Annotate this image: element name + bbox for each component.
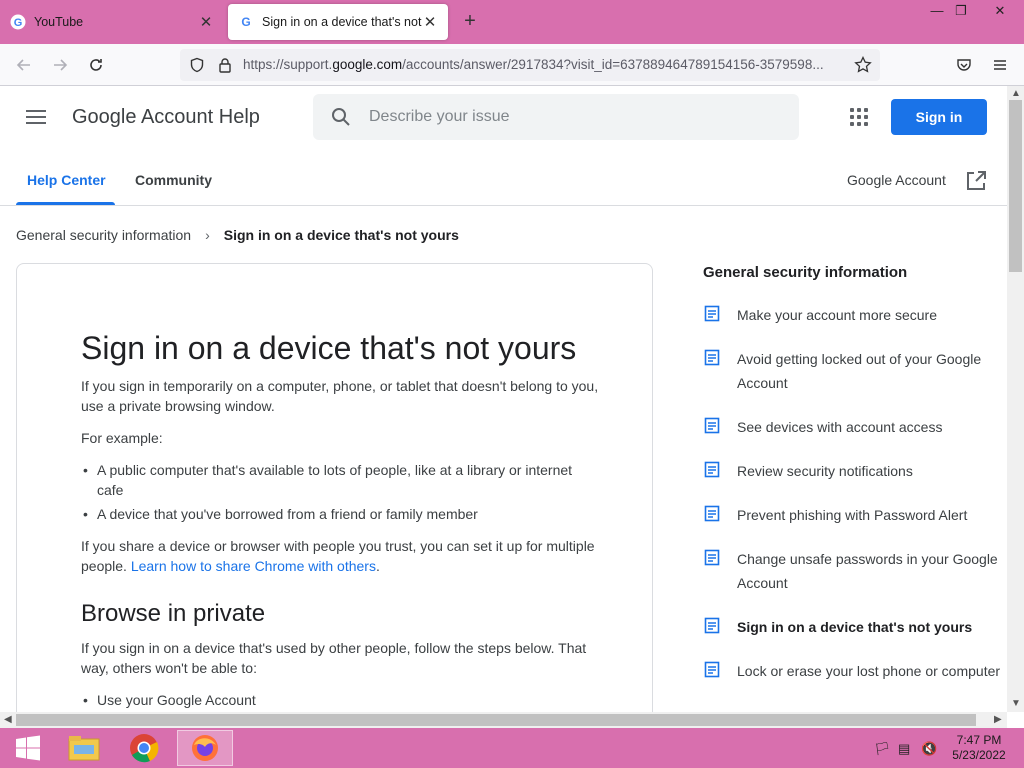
google-logo-icon: G [241,15,250,29]
volume-muted-icon[interactable]: 🔇 [921,741,937,757]
sidebar-item-label: Prevent phishing with Password Alert [737,507,968,523]
site-header: Google Account Help Describe your issue … [0,86,1007,206]
vertical-scroll-thumb[interactable] [1009,100,1022,272]
document-icon [704,349,720,366]
search-placeholder: Describe your issue [369,108,510,125]
google-apps-icon[interactable] [850,108,868,126]
bookmark-star-icon[interactable] [854,56,872,74]
sidebar-item-label: See devices with account access [737,419,943,435]
sidebar-item-label: Review security notifications [737,463,913,479]
sidebar-item[interactable]: Review security notifications [703,459,1003,483]
close-window-icon[interactable]: ✕ [985,0,1015,22]
browser-tab-active[interactable]: G Sign in on a device that's not yours ✕ [228,4,448,40]
article-title: Sign in on a device that's not yours [81,330,577,366]
clock-time: 7:47 PM [956,733,1002,747]
firefox-icon[interactable] [177,730,233,766]
site-title[interactable]: Google Account Help [72,106,260,129]
scroll-up-arrow-icon[interactable]: ▲ [1011,88,1021,99]
document-icon [704,305,720,322]
list-item: Use your Google Account [81,690,601,710]
flag-icon[interactable]: 🏳 [874,741,891,757]
sidebar-item[interactable]: Prevent phishing with Password Alert [703,503,1003,527]
close-tab-icon[interactable]: ✕ [198,13,214,31]
web-page: Google Account Help Describe your issue … [0,86,1007,712]
list-item: A device that you've borrowed from a fri… [81,504,601,524]
sidebar-item-label: Avoid getting locked out of your Google … [737,351,982,391]
lock-icon[interactable] [218,57,232,73]
browser-tab-youtube[interactable]: G YouTube ✕ [0,4,224,40]
document-icon [704,661,720,678]
section-list: Use your Google Account [81,690,601,710]
sidebar-item[interactable]: Change unsafe passwords in your Google A… [703,547,1003,595]
active-tab-indicator [16,202,115,205]
hamburger-menu-icon[interactable] [26,110,46,128]
scroll-down-arrow-icon[interactable]: ▼ [1011,698,1021,709]
file-explorer-icon[interactable] [56,730,112,766]
sidebar-item-label: Lock or erase your lost phone or compute… [737,663,1001,679]
sidebar-item[interactable]: Make your account more secure [703,303,1003,327]
svg-text:G: G [241,15,250,29]
google-account-link[interactable]: Google Account [847,172,946,188]
pocket-icon[interactable] [952,53,976,77]
breadcrumb-parent-link[interactable]: General security information [16,227,191,243]
scroll-right-arrow-icon[interactable]: ▶ [994,714,1002,725]
article-intro: If you sign in temporarily on a computer… [81,378,599,414]
document-icon [704,549,720,566]
new-tab-icon[interactable]: + [458,10,482,33]
menu-icon[interactable] [988,53,1012,77]
sidebar-title: General security information [703,264,908,281]
windows-start-icon[interactable] [0,730,56,766]
address-bar[interactable]: https://support.google.com/accounts/answ… [180,49,880,81]
sign-in-button[interactable]: Sign in [891,99,987,135]
sidebar-item-label: Change unsafe passwords in your Google A… [737,551,998,591]
document-icon [704,617,720,634]
open-in-new-icon[interactable] [965,170,987,192]
examples-list: A public computer that's available to lo… [81,460,601,524]
forward-icon[interactable] [48,53,72,77]
sidebar-item[interactable]: Sign in on a device that's not yours [703,615,1003,639]
example-label: For example: [81,430,163,446]
sidebar-item[interactable]: See devices with account access [703,415,1003,439]
scroll-left-arrow-icon[interactable]: ◀ [4,714,12,725]
chevron-right-icon: › [205,227,210,243]
share-paragraph: If you share a device or browser with pe… [81,538,595,574]
tab-title: Sign in on a device that's not yours [262,15,422,29]
search-icon [332,108,350,126]
tab-title: YouTube [34,15,84,29]
share-chrome-link[interactable]: Learn how to share Chrome with others [131,558,376,574]
horizontal-scroll-thumb[interactable] [16,714,976,726]
list-item: A public computer that's available to lo… [81,460,601,500]
reload-icon[interactable] [84,53,108,77]
sidebar-item[interactable]: Avoid getting locked out of your Google … [703,347,1003,395]
breadcrumb-current: Sign in on a device that's not yours [223,227,459,243]
clock-date: 5/23/2022 [952,748,1006,762]
sidebar-item-label: Make your account more secure [737,307,937,323]
tab-community[interactable]: Community [135,172,212,188]
chrome-icon[interactable] [116,730,172,766]
document-icon [704,505,720,522]
tab-strip: G YouTube ✕ G Sign in on a device that's… [0,0,1024,44]
svg-text:G: G [14,17,23,29]
breadcrumb: General security information › Sign in o… [16,227,459,243]
article-card: Sign in on a device that's not yours If … [16,263,653,712]
shield-icon[interactable] [189,57,205,73]
tab-help-center[interactable]: Help Center [27,172,106,188]
section-title: Browse in private [81,600,266,627]
sidebar-item-label: Sign in on a device that's not yours [737,619,973,635]
system-clock[interactable]: 7:47 PM 5/23/2022 [940,733,1018,763]
document-icon [704,417,720,434]
document-icon [704,461,720,478]
close-tab-icon[interactable]: ✕ [422,13,438,31]
restore-icon[interactable]: ❐ [946,0,976,22]
section-text: If you sign in on a device that's used b… [81,640,587,676]
sidebar-item[interactable]: Lock or erase your lost phone or compute… [703,659,1003,683]
navigation-bar: https://support.google.com/accounts/answ… [0,44,1024,86]
sidebar-nav: General security information Make your a… [703,264,1003,703]
search-input[interactable]: Describe your issue [313,94,799,140]
google-logo-icon: G [10,14,26,30]
back-icon[interactable] [12,53,36,77]
network-icon[interactable]: ▤ [898,741,910,757]
url-text[interactable]: https://support.google.com/accounts/answ… [243,57,843,72]
